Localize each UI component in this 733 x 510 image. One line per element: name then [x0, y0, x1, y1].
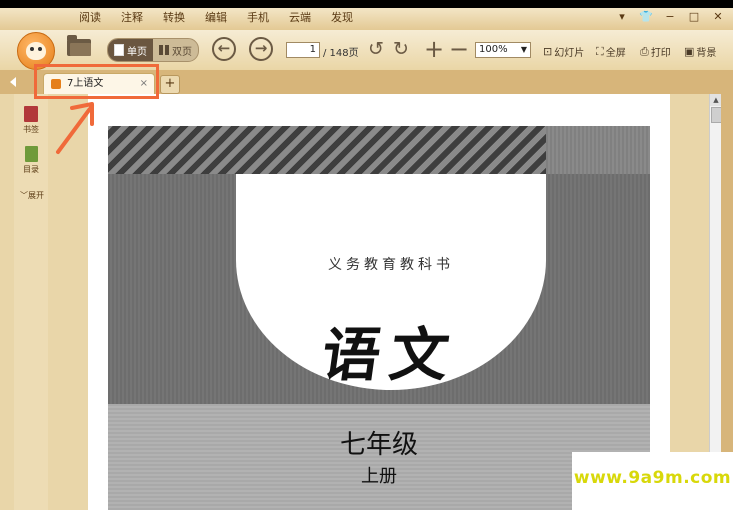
menu-tab-discover[interactable]: 发现: [322, 8, 362, 28]
window-controls: ▾ 👕 − □ ✕: [615, 10, 725, 23]
menu-tab-edit[interactable]: 编辑: [196, 8, 236, 28]
maximize-icon[interactable]: □: [687, 10, 701, 23]
cover-grade: 七年级: [339, 430, 418, 460]
menu-tab-annotate[interactable]: 注释: [112, 8, 152, 28]
top-border: [0, 0, 733, 8]
watermark: www.9a9m.com: [572, 452, 733, 510]
rotate-right-icon[interactable]: ↻: [393, 38, 409, 60]
minimize-icon[interactable]: −: [663, 10, 677, 23]
background-button[interactable]: ▣ 背景: [684, 44, 716, 59]
cover-subtitle: 义务教育教科书: [328, 257, 454, 273]
previous-page-icon[interactable]: ←: [212, 37, 236, 61]
rotate-left-icon[interactable]: ↺: [368, 38, 384, 60]
single-page-button[interactable]: 单页: [108, 39, 153, 61]
double-page-icon: [159, 45, 169, 55]
reader-window: 阅读 注释 转换 编辑 手机 云端 发现 ▾ 👕 − □ ✕ 单页 双页 ← →…: [0, 0, 733, 510]
cover-volume: 上册: [361, 466, 397, 487]
zoom-in-icon[interactable]: +: [424, 37, 444, 61]
zoom-select[interactable]: 100% ▼: [475, 42, 531, 58]
next-page-icon[interactable]: →: [249, 37, 273, 61]
book-cover: 义务教育教科书 语文 七年级 上册: [108, 126, 650, 510]
skin-icon[interactable]: 👕: [639, 10, 653, 23]
page-number-input[interactable]: 1: [286, 42, 320, 58]
slideshow-button[interactable]: ⊡ 幻灯片: [543, 44, 584, 59]
menu-bar: 阅读 注释 转换 编辑 手机 云端 发现 ▾ 👕 − □ ✕: [0, 8, 733, 30]
close-window-icon[interactable]: ✕: [711, 10, 725, 23]
fullscreen-button[interactable]: ⛶ 全屏: [596, 44, 626, 60]
slideshow-icon: ⊡: [543, 45, 553, 58]
bookmark-icon: [24, 106, 38, 122]
collapse-arrow-icon[interactable]: [10, 77, 16, 87]
zoom-out-icon[interactable]: −: [449, 37, 469, 61]
menu-tab-convert[interactable]: 转换: [154, 8, 194, 28]
tab-highlight-box: [34, 64, 159, 99]
toc-icon: [24, 146, 38, 162]
menu-tab-cloud[interactable]: 云端: [280, 8, 320, 28]
double-page-button[interactable]: 双页: [153, 39, 198, 61]
single-page-icon: [114, 44, 124, 56]
print-icon: ⎙: [640, 44, 649, 58]
add-tab-button[interactable]: +: [160, 75, 180, 94]
page-mode-toggle: 单页 双页: [107, 38, 199, 62]
print-button[interactable]: ⎙ 打印: [640, 44, 671, 60]
chevron-down-icon: ▼: [520, 45, 527, 54]
page-total: / 148页: [323, 48, 359, 59]
menu-tab-read[interactable]: 阅读: [70, 8, 110, 28]
cover-title-panel: 义务教育教科书 语文: [236, 174, 546, 390]
menu-dropdown-icon[interactable]: ▾: [615, 10, 629, 23]
chevron-down-icon: ﹀: [20, 191, 28, 200]
left-sidebar: 书签 目录 ﹀展开: [14, 94, 49, 510]
bookmark-button[interactable]: 书签: [18, 106, 44, 135]
open-folder-icon[interactable]: [67, 35, 91, 56]
background-icon: ▣: [684, 45, 695, 58]
expand-sidebar-button[interactable]: ﹀展开: [20, 190, 44, 201]
toc-button[interactable]: 目录: [18, 146, 44, 175]
fullscreen-icon: ⛶: [596, 44, 604, 58]
menu-tabs: 阅读 注释 转换 编辑 手机 云端 发现: [70, 8, 364, 30]
cover-title: 语文: [317, 321, 464, 389]
menu-tab-mobile[interactable]: 手机: [238, 8, 278, 28]
